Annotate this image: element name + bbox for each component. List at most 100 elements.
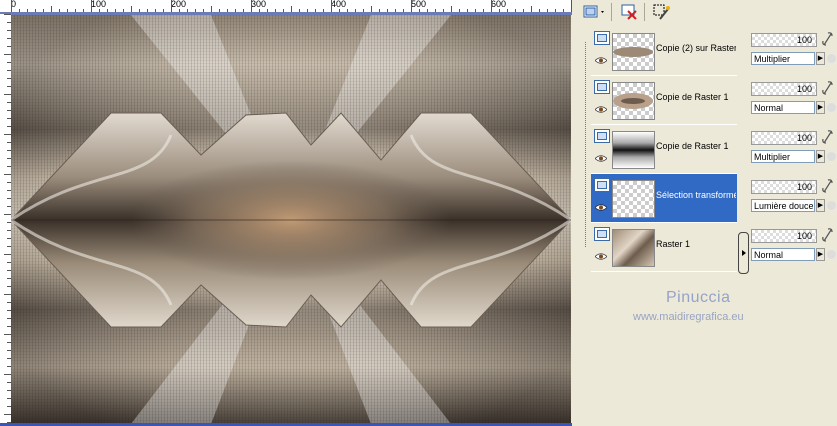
dropdown-arrow-icon[interactable]: ▶ — [816, 248, 825, 261]
layer-icon — [583, 5, 604, 18]
watermark-url: www.maidiregrafica.eu — [633, 311, 744, 323]
edit-selection-button[interactable] — [652, 3, 672, 21]
blend-mode-select[interactable]: Lumière douce — [751, 199, 815, 212]
layer-row[interactable]: Copie de Raster 1 — [591, 125, 737, 174]
layers-toolbar — [578, 0, 837, 24]
blend-mode-select[interactable]: Multiplier — [751, 52, 815, 65]
layer-properties-row: 100 Multiplier ▶ — [748, 27, 837, 75]
layer-list: Copie (2) sur Raster 1 Copie de Raster 1… — [591, 27, 737, 272]
artwork — [11, 15, 571, 424]
ruler-tick — [4, 374, 11, 375]
eye-icon[interactable] — [595, 106, 607, 113]
ruler-tick — [491, 0, 492, 12]
eye-icon[interactable] — [595, 253, 607, 260]
ruler-tick — [4, 54, 11, 55]
layer-name: Copie de Raster 1 — [656, 141, 729, 151]
blend-mode-select[interactable]: Normal — [751, 248, 815, 261]
wand-icon — [653, 4, 670, 20]
opacity-slider[interactable]: 100 — [751, 33, 817, 47]
delete-layer-icon — [621, 4, 637, 20]
layer-row-selected[interactable]: Sélection transformée — [591, 174, 737, 223]
opacity-slider[interactable]: 100 — [751, 180, 817, 194]
link-icon[interactable] — [821, 227, 834, 243]
tree-connector — [585, 42, 587, 247]
dropdown-arrow-icon[interactable]: ▶ — [816, 199, 825, 212]
layer-name: Copie de Raster 1 — [656, 92, 729, 102]
opacity-slider[interactable]: 100 — [751, 229, 817, 243]
ruler-tick — [4, 294, 11, 295]
ruler-tick — [4, 334, 11, 335]
layer-properties-row: 100 Multiplier ▶ — [748, 125, 837, 173]
raster-layer-icon — [594, 80, 610, 94]
opacity-slider[interactable]: 100 — [751, 131, 817, 145]
layer-thumbnail — [612, 180, 655, 218]
lock-icon[interactable] — [827, 54, 836, 63]
opacity-value: 100 — [796, 231, 812, 241]
raster-layer-icon — [594, 129, 610, 143]
layer-thumbnail — [612, 82, 655, 120]
ruler-tick — [4, 254, 11, 255]
ruler-tick — [4, 14, 11, 15]
ruler-tick — [4, 94, 11, 95]
raster-layer-icon — [594, 31, 610, 45]
layer-thumbnail — [612, 229, 655, 267]
eye-icon[interactable] — [595, 204, 607, 211]
ruler-label: 300 — [251, 0, 267, 9]
lock-icon[interactable] — [827, 250, 836, 259]
ruler-tick — [571, 0, 572, 12]
dropdown-arrow-icon[interactable]: ▶ — [816, 52, 825, 65]
layer-name: Raster 1 — [656, 239, 691, 249]
opacity-slider[interactable]: 100 — [751, 82, 817, 96]
blend-mode-select[interactable]: Normal — [751, 101, 815, 114]
ruler-tick — [4, 414, 11, 415]
lock-icon[interactable] — [827, 201, 836, 210]
ruler-tick — [251, 0, 252, 12]
ruler-tick — [11, 0, 12, 12]
layer-properties-row: 100 Normal ▶ — [748, 223, 837, 271]
layer-properties-row: 100 Normal ▶ — [748, 76, 837, 124]
layer-properties-row: 100 Lumière douce ▶ — [748, 174, 837, 222]
opacity-value: 100 — [796, 182, 812, 192]
raster-layer-icon — [594, 178, 610, 192]
layer-row[interactable]: Copie de Raster 1 — [591, 76, 737, 125]
ruler-tick — [331, 0, 332, 12]
link-icon[interactable] — [821, 129, 834, 145]
delete-layer-button[interactable] — [620, 3, 640, 21]
expand-arrow-icon — [742, 250, 746, 256]
lock-icon[interactable] — [827, 152, 836, 161]
ruler-tick — [4, 214, 11, 215]
link-icon[interactable] — [821, 31, 834, 47]
opacity-value: 100 — [796, 35, 812, 45]
dropdown-arrow-icon[interactable]: ▶ — [816, 150, 825, 163]
layer-name: Sélection transformée — [656, 190, 736, 200]
ruler-label: 100 — [91, 0, 107, 9]
raster-layer-icon — [594, 227, 610, 241]
ruler-label: 600 — [491, 0, 507, 9]
layer-row[interactable]: Copie (2) sur Raster 1 — [591, 27, 737, 76]
eye-icon[interactable] — [595, 57, 607, 64]
ruler-tick — [91, 0, 92, 12]
layer-thumbnail — [612, 131, 655, 169]
lock-icon[interactable] — [827, 103, 836, 112]
layer-properties: 100 Multiplier ▶ 100 Normal ▶ 100 Multip… — [748, 27, 837, 272]
layer-name: Copie (2) sur Raster 1 — [656, 43, 736, 53]
opacity-value: 100 — [796, 84, 812, 94]
dropdown-arrow-icon[interactable]: ▶ — [816, 101, 825, 114]
link-icon[interactable] — [821, 80, 834, 96]
ruler-tick — [411, 0, 412, 12]
opacity-value: 100 — [796, 133, 812, 143]
ruler-tick — [4, 134, 11, 135]
ruler-tick — [171, 0, 172, 12]
ruler-tick — [4, 174, 11, 175]
blend-mode-select[interactable]: Multiplier — [751, 150, 815, 163]
new-layer-button[interactable] — [582, 3, 608, 21]
eye-icon[interactable] — [595, 155, 607, 162]
ruler-label: 400 — [331, 0, 347, 9]
link-icon[interactable] — [821, 178, 834, 194]
watermark-title: Pinuccia — [666, 289, 731, 306]
layer-thumbnail — [612, 33, 655, 71]
layer-row[interactable]: Raster 1 — [591, 223, 737, 272]
image-canvas[interactable] — [11, 15, 571, 424]
ruler-label: 500 — [411, 0, 427, 9]
ruler-label: 200 — [171, 0, 187, 9]
